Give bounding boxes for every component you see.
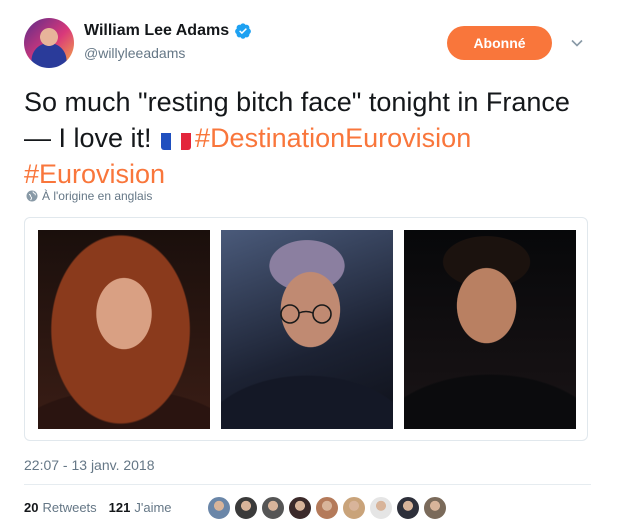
retweets-count: 20 — [24, 500, 39, 515]
divider — [24, 484, 591, 485]
liker-avatar[interactable] — [234, 496, 258, 520]
globe-icon — [26, 190, 38, 202]
likes-count: 121 — [108, 500, 131, 515]
likes-label: J'aime — [134, 500, 172, 515]
avatar[interactable] — [24, 18, 74, 68]
liker-avatar[interactable] — [288, 496, 312, 520]
hashtag-link[interactable]: #DestinationEurovision — [195, 123, 471, 153]
translation-label: À l'origine en anglais — [42, 189, 153, 203]
liker-avatar[interactable] — [396, 496, 420, 520]
glasses-shape — [280, 304, 332, 324]
liker-avatar[interactable] — [261, 496, 285, 520]
photo-3[interactable] — [404, 230, 576, 429]
author-name-row: William Lee Adams — [84, 22, 252, 40]
liker-avatar[interactable] — [369, 496, 393, 520]
likes-stat[interactable]: 121 J'aime — [109, 500, 172, 515]
following-button[interactable]: Abonné — [447, 26, 552, 60]
tweet-timestamp[interactable]: 22:07 - 13 janv. 2018 — [24, 457, 155, 473]
hashtag-link[interactable]: #Eurovision — [24, 159, 165, 189]
author-handle[interactable]: @willyleeadams — [84, 45, 185, 61]
liker-avatar[interactable] — [342, 496, 366, 520]
photo-1[interactable] — [38, 230, 210, 429]
translation-note[interactable]: À l'origine en anglais — [26, 189, 152, 203]
french-flag-icon — [161, 128, 192, 150]
photo-2[interactable] — [221, 230, 393, 429]
liker-avatar[interactable] — [315, 496, 339, 520]
media-card[interactable] — [24, 217, 588, 441]
chevron-down-icon[interactable] — [568, 36, 586, 50]
retweets-stat[interactable]: 20 Retweets — [24, 500, 97, 515]
likers-avatars — [207, 496, 450, 520]
liker-avatar[interactable] — [423, 496, 447, 520]
tweet-text: So much "resting bitch face" tonight in … — [24, 84, 599, 192]
liker-avatar[interactable] — [207, 496, 231, 520]
tweet-stats: 20 Retweets 121 J'aime — [24, 500, 172, 515]
author-display-name[interactable]: William Lee Adams — [84, 22, 229, 40]
retweets-label: Retweets — [42, 500, 97, 515]
tweet-card: William Lee Adams @willyleeadams Abonné … — [0, 0, 618, 532]
verified-badge-icon — [234, 22, 252, 40]
